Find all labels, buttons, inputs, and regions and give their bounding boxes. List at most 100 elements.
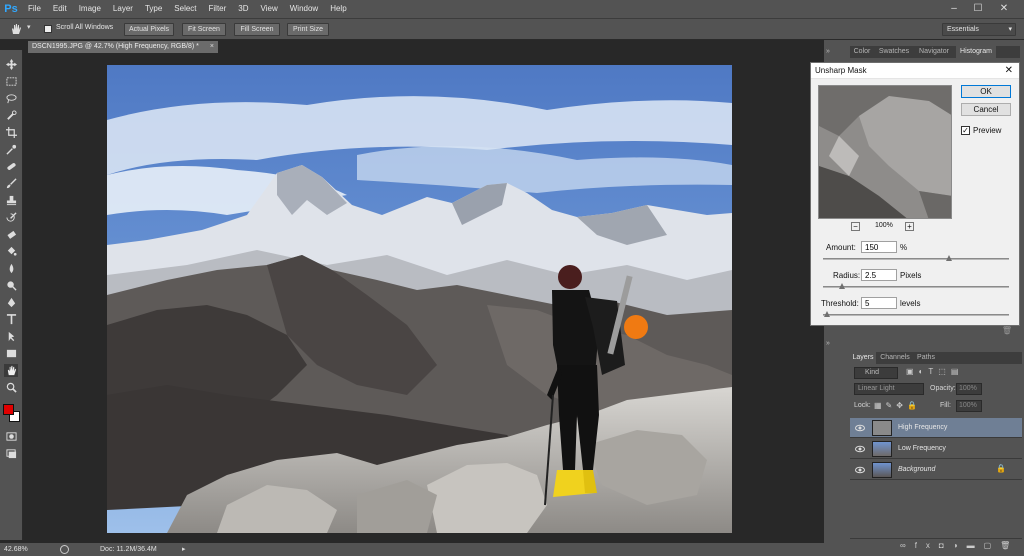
app-logo: Ps [4,3,18,15]
hand-tool-selected-icon[interactable] [4,364,18,377]
pen-tool-icon[interactable] [4,296,18,309]
layer-filter-icons[interactable]: ▣◐T⬚▤ [906,367,963,376]
tab-color[interactable]: Color [850,46,874,58]
layer-lock-icon: 🔒 [996,464,1006,473]
clone-stamp-tool-icon[interactable] [4,194,18,207]
status-options-icon[interactable] [60,545,69,554]
radius-label: Radius: [833,271,861,280]
dodge-tool-icon[interactable] [4,279,18,292]
menu-help[interactable]: Help [324,0,352,18]
document-tab[interactable]: DSCN1995.JPG @ 42.7% (High Frequency, RG… [28,41,218,53]
amount-slider-thumb[interactable] [946,255,953,261]
hand-tool-icon[interactable] [10,23,24,36]
paint-bucket-tool-icon[interactable] [4,245,18,258]
brush-tool-icon[interactable] [4,177,18,190]
minimize-button[interactable]: – [944,0,964,18]
layer-row-low-frequency[interactable]: Low Frequency [850,439,1022,459]
menu-file[interactable]: File [22,0,47,18]
foreground-color-swatch-top[interactable] [3,404,14,415]
zoom-in-button[interactable]: + [905,222,914,231]
visibility-eye-icon[interactable] [855,465,865,475]
status-menu-arrow-icon[interactable]: ▸ [182,545,186,553]
lock-icons[interactable]: ▦✎✥🔒 [874,401,921,410]
zoom-out-button[interactable]: − [851,222,860,231]
filter-preview[interactable] [818,85,952,219]
menu-layer[interactable]: Layer [107,0,139,18]
lock-label: Lock: [854,402,871,409]
layer-filter-kind-select[interactable]: Kind [854,367,898,379]
menu-type[interactable]: Type [139,0,168,18]
amount-input[interactable] [861,241,897,253]
panel-collapse-icon[interactable]: » [826,48,846,60]
actual-pixels-button[interactable]: Actual Pixels [124,23,174,36]
amount-slider[interactable] [823,255,1009,261]
tool-preset-chevron-icon[interactable]: ▾ [27,23,31,31]
path-selection-tool-icon[interactable] [4,330,18,343]
dialog-titlebar[interactable]: Unsharp Mask ✕ [811,63,1019,79]
opacity-field[interactable]: 100% [956,383,982,395]
healing-brush-tool-icon[interactable] [4,160,18,173]
menu-edit[interactable]: Edit [47,0,73,18]
blend-mode-select[interactable]: Linear Light [854,383,924,395]
fit-screen-button[interactable]: Fit Screen [182,23,226,36]
layer-thumbnail [872,462,892,478]
threshold-slider[interactable] [823,311,1009,317]
layer-name: Low Frequency [898,445,946,452]
tab-channels[interactable]: Channels [878,352,912,364]
close-window-button[interactable]: ✕ [994,0,1014,18]
menu-window[interactable]: Window [284,0,324,18]
radius-slider[interactable] [823,283,1009,289]
screen-mode-icon[interactable] [4,447,18,460]
menu-3d[interactable]: 3D [232,0,254,18]
history-brush-tool-icon[interactable] [4,211,18,224]
visibility-eye-icon[interactable] [855,423,865,433]
menu-select[interactable]: Select [168,0,202,18]
tab-layers[interactable]: Layers [850,352,876,364]
threshold-input[interactable] [861,297,897,309]
marquee-tool-icon[interactable] [4,75,18,88]
document-tab-close-icon[interactable]: × [210,41,214,53]
lasso-tool-icon[interactable] [4,92,18,105]
scroll-all-windows-checkbox[interactable] [44,25,52,33]
menu-filter[interactable]: Filter [203,0,233,18]
tab-paths[interactable]: Paths [914,352,938,364]
visibility-eye-icon[interactable] [855,444,865,454]
crop-tool-icon[interactable] [4,126,18,139]
canvas-area[interactable] [24,53,824,540]
zoom-tool-icon[interactable] [4,381,18,394]
preview-checkbox[interactable]: ✓ [961,126,970,135]
type-tool-icon[interactable] [4,313,18,326]
maximize-button[interactable]: ☐ [968,0,988,18]
zoom-level[interactable]: 42.68% [4,546,28,553]
dialog-close-icon[interactable]: ✕ [1005,63,1013,79]
tab-histogram[interactable]: Histogram [956,46,996,58]
move-tool-icon[interactable] [4,58,18,71]
layer-row-high-frequency[interactable]: High Frequency [850,418,1022,438]
cancel-button[interactable]: Cancel [961,103,1011,116]
panel-collapse-icon-2[interactable]: » [826,340,846,352]
layer-name: Background [898,466,936,473]
mountain-climber-photo[interactable] [107,65,732,533]
radius-slider-thumb[interactable] [838,283,845,289]
menu-image[interactable]: Image [73,0,107,18]
eraser-tool-icon[interactable] [4,228,18,241]
quick-selection-tool-icon[interactable] [4,109,18,122]
layers-footer-icons[interactable]: ∞fx◘◑▬▢🗑 [850,538,1022,552]
rectangle-tool-icon[interactable] [4,347,18,360]
tab-swatches[interactable]: Swatches [876,46,912,58]
document-tab-title: DSCN1995.JPG @ 42.7% (High Frequency, RG… [32,43,199,50]
quick-mask-icon[interactable] [4,430,18,443]
trash-icon[interactable]: 🗑 [1002,326,1012,335]
workspace-select[interactable]: Essentials ▾ [942,23,1016,36]
eyedropper-tool-icon[interactable] [4,143,18,156]
menu-view[interactable]: View [255,0,284,18]
print-size-button[interactable]: Print Size [287,23,329,36]
radius-input[interactable] [861,269,897,281]
fill-field[interactable]: 100% [956,400,982,412]
tab-navigator[interactable]: Navigator [914,46,954,58]
layer-row-background[interactable]: Background 🔒 [850,460,1022,480]
fill-screen-button[interactable]: Fill Screen [234,23,280,36]
ok-button[interactable]: OK [961,85,1011,98]
blur-tool-icon[interactable] [4,262,18,275]
threshold-slider-thumb[interactable] [823,311,830,317]
